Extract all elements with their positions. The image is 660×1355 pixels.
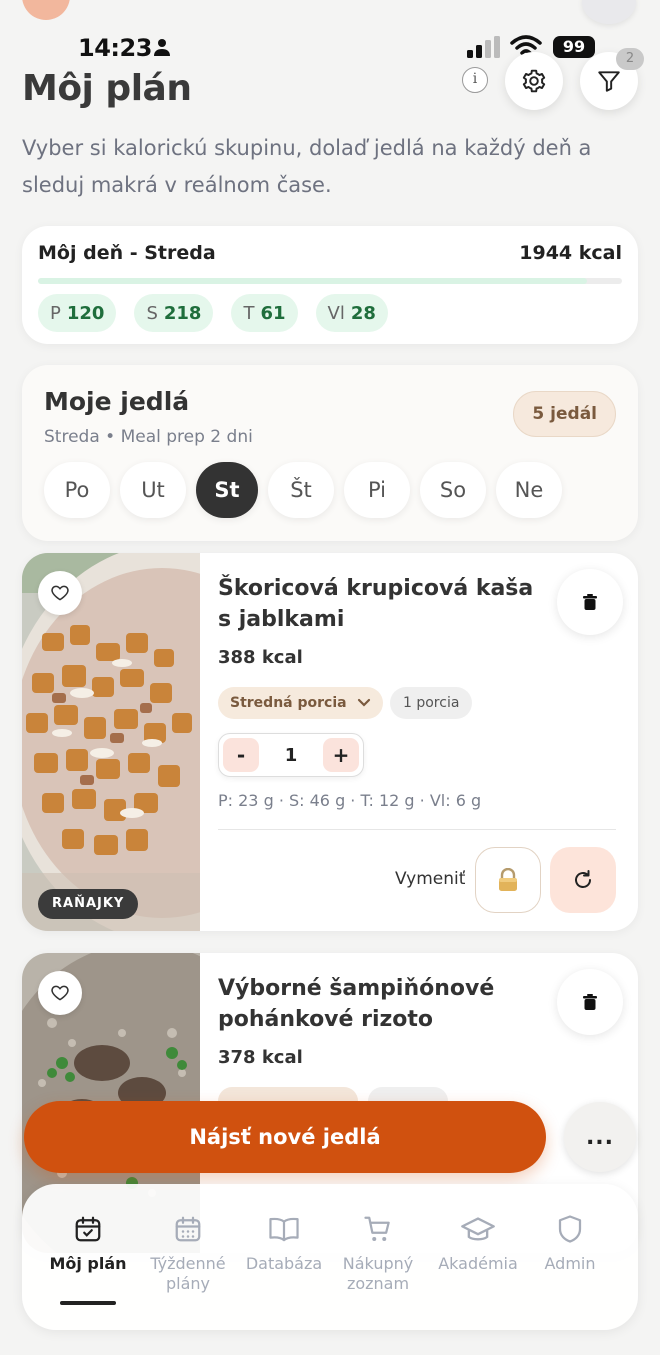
heart-icon (51, 585, 69, 601)
info-button[interactable]: i (462, 67, 488, 93)
active-tab-indicator (60, 1301, 116, 1305)
kcal-progress-fill (38, 278, 587, 284)
cart-icon (364, 1216, 390, 1241)
refresh-icon (575, 870, 591, 888)
trash-icon (583, 594, 597, 610)
filter-count-badge: 2 (616, 48, 644, 70)
nav-label: Nákupný zoznam (342, 1254, 414, 1293)
heart-icon (51, 985, 69, 1001)
status-time: 14:23 (78, 34, 152, 62)
filter-icon (598, 71, 620, 92)
macro-summary: P 120 S 218 T 61 Vl 28 (38, 294, 388, 332)
meal-card[interactable]: RAŇAJKY Škoricová krupicová kaša s jablk… (22, 553, 638, 931)
meal-name: Škoricová krupicová kaša s jablkami (218, 576, 534, 632)
delete-meal-button[interactable] (557, 569, 623, 635)
swap-button[interactable] (550, 847, 616, 913)
quantity-value: 1 (284, 744, 298, 766)
portion-select[interactable]: Stredná porcia (218, 687, 383, 719)
day-tab-st2[interactable]: Št (268, 462, 334, 518)
macro-pill-fat: T 61 (231, 294, 298, 332)
favorite-button[interactable] (38, 971, 82, 1015)
shield-icon (558, 1215, 582, 1243)
nav-label: Admin (544, 1254, 596, 1273)
day-tabs: Po Ut St Št Pi So Ne (44, 462, 562, 518)
kcal-progress-bar (38, 278, 622, 284)
macro-pill-protein: P 120 (38, 294, 117, 332)
meal-kcal: 388 kcal (218, 647, 303, 668)
lock-icon (499, 868, 517, 891)
quantity-stepper: - 1 + (218, 733, 364, 777)
book-icon (269, 1217, 299, 1242)
meals-title: Moje jedlá (44, 387, 190, 416)
my-meals-card: Moje jedlá Streda • Meal prep 2 dni 5 je… (22, 365, 638, 541)
day-tab-st[interactable]: St (196, 462, 258, 518)
find-meals-button[interactable]: Nájsť nové jedlá (24, 1101, 546, 1173)
macro-pill-carbs: S 218 (134, 294, 214, 332)
nav-item-nakupny-zoznam[interactable]: Nákupný zoznam (330, 1212, 426, 1294)
calendar-check-icon (75, 1216, 101, 1242)
bottom-nav: Môj plán Týždenné plány Databáza Nákupný… (22, 1184, 638, 1330)
day-tab-pi[interactable]: Pi (344, 462, 410, 518)
day-summary-card: Môj deň - Streda 1944 kcal P 120 S 218 T 61… (22, 226, 638, 344)
settings-button[interactable] (505, 52, 563, 110)
favorite-button[interactable] (38, 571, 82, 615)
delete-meal-button[interactable] (557, 969, 623, 1035)
nav-label: Akadémia (438, 1254, 518, 1273)
gear-icon (522, 69, 546, 93)
avatar[interactable] (22, 0, 70, 20)
increment-button[interactable]: + (323, 738, 359, 772)
nav-item-tyzdenne-plany[interactable]: Týždenné plány (140, 1212, 236, 1294)
day-summary-kcal: 1944 kcal (519, 242, 622, 264)
graduation-cap-icon (461, 1217, 495, 1241)
decrement-button[interactable]: - (223, 738, 259, 772)
day-tab-ut[interactable]: Ut (120, 462, 186, 518)
day-summary-title: Môj deň - Streda (38, 242, 216, 264)
meal-count-badge: 5 jedál (513, 391, 616, 437)
battery-level: 99 (553, 36, 595, 58)
swap-label: Vymeniť (395, 869, 466, 889)
page-title: Môj plán (22, 68, 192, 109)
more-options-button[interactable]: ... (564, 1102, 636, 1172)
nav-label: Databáza (245, 1254, 323, 1273)
person-icon (154, 39, 170, 56)
chevron-down-icon (357, 698, 370, 707)
nav-item-akademia[interactable]: Akadémia (430, 1212, 526, 1274)
signal-icon (467, 36, 500, 58)
meal-name: Výborné šampiňónové pohánkové rizoto (218, 976, 495, 1032)
nav-item-databaza[interactable]: Databáza (236, 1212, 332, 1274)
status-bar: 14:23 99 (0, 30, 660, 66)
nav-label: Týždenné plány (150, 1254, 226, 1293)
divider (218, 829, 616, 830)
lock-button[interactable] (475, 847, 541, 913)
trash-icon (583, 994, 597, 1010)
page-subtitle: Vyber si kalorickú skupinu, dolaď jedlá … (22, 136, 592, 197)
day-tab-po[interactable]: Po (44, 462, 110, 518)
meal-macros: P: 23 g · S: 46 g · T: 12 g · Vl: 6 g (218, 791, 482, 810)
meal-kcal: 378 kcal (218, 1047, 303, 1068)
calendar-grid-icon (175, 1216, 201, 1242)
portion-select-value: Stredná porcia (230, 695, 347, 711)
user-icon[interactable] (582, 0, 636, 24)
day-tab-so[interactable]: So (420, 462, 486, 518)
nav-item-moj-plan[interactable]: Môj plán (40, 1212, 136, 1274)
nav-item-admin[interactable]: Admin (522, 1212, 618, 1274)
filter-button[interactable]: 2 (580, 48, 644, 110)
meal-type-tag: RAŇAJKY (38, 889, 139, 919)
portion-count: 1 porcia (390, 687, 473, 719)
day-tab-ne[interactable]: Ne (496, 462, 562, 518)
meals-subtitle: Streda • Meal prep 2 dni (44, 427, 253, 447)
macro-pill-fiber: Vl 28 (315, 294, 388, 332)
nav-label: Môj plán (49, 1254, 127, 1273)
